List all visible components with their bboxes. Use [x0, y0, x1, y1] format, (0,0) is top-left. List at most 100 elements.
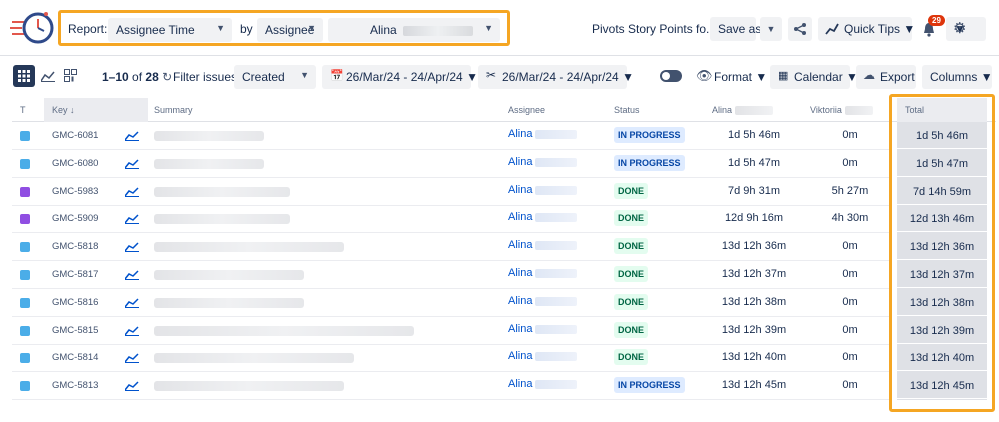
- trend-chart-icon[interactable]: [125, 270, 139, 280]
- chevron-down-icon: ▼: [300, 70, 309, 80]
- viktoriia-time-cell: 0m: [810, 129, 890, 141]
- issue-key-link[interactable]: GMC-5814: [52, 352, 98, 363]
- view-pivot-button[interactable]: [59, 65, 81, 87]
- view-chart-button[interactable]: [37, 65, 59, 87]
- issue-key-link[interactable]: GMC-5815: [52, 325, 98, 336]
- redacted-name: [845, 106, 873, 115]
- issue-key-link[interactable]: GMC-5813: [52, 380, 98, 391]
- filter-issues-label: Filter issues:: [173, 70, 240, 84]
- col-header-type[interactable]: T: [20, 105, 26, 115]
- issue-key-link[interactable]: GMC-6080: [52, 158, 98, 169]
- user-value: Alina: [370, 23, 397, 37]
- col-header-assignee[interactable]: Assignee: [508, 105, 545, 115]
- issue-key-link[interactable]: GMC-5816: [52, 297, 98, 308]
- refresh-icon[interactable]: ↻: [162, 70, 172, 84]
- redacted-name: [535, 130, 577, 139]
- col-header-key[interactable]: Key ↓: [52, 105, 75, 115]
- share-button[interactable]: [788, 17, 812, 41]
- date-range-picker-2[interactable]: ✂ 26/Mar/24 - 24/Apr/24 ▼: [478, 65, 627, 89]
- trend-chart-icon[interactable]: [125, 381, 139, 391]
- quick-tips-button[interactable]: Quick Tips ▼: [818, 17, 912, 41]
- toggle-switch[interactable]: [660, 70, 682, 82]
- chevron-down-icon: ▼: [903, 22, 915, 36]
- assignee-link[interactable]: Alina: [508, 323, 577, 335]
- assignee-link[interactable]: Alina: [508, 350, 577, 362]
- assignee-link[interactable]: Alina: [508, 295, 577, 307]
- trend-chart-icon[interactable]: [125, 159, 139, 169]
- app-logo-clock-icon: [10, 8, 56, 48]
- group-by-select[interactable]: Assignee ▼: [257, 18, 323, 42]
- assignee-name: Alina: [508, 128, 532, 140]
- issue-key-link[interactable]: GMC-5983: [52, 186, 98, 197]
- save-as-button[interactable]: Save as: [710, 17, 756, 41]
- pivot-title[interactable]: Pivots Story Points fo...: [592, 22, 716, 36]
- issue-key-link[interactable]: GMC-5909: [52, 213, 98, 224]
- user-select[interactable]: Alina ▼: [328, 18, 500, 42]
- status-cell: DONE: [614, 296, 648, 308]
- status-badge: DONE: [614, 349, 648, 365]
- assignee-name: Alina: [508, 239, 532, 251]
- redacted-name: [535, 213, 577, 222]
- trend-chart-icon[interactable]: [125, 214, 139, 224]
- trend-chart-icon[interactable]: [125, 353, 139, 363]
- report-type-select[interactable]: Assignee Time ▼: [108, 18, 232, 42]
- alina-time-cell: 1d 5h 46m: [714, 129, 794, 141]
- trend-chart-icon[interactable]: [125, 242, 139, 252]
- view-grid-button[interactable]: [13, 65, 35, 87]
- trend-chart-icon[interactable]: [125, 131, 139, 141]
- trend-chart-icon[interactable]: [125, 326, 139, 336]
- calendar-button[interactable]: ▦ Calendar ▼: [770, 65, 850, 89]
- issue-key-link[interactable]: GMC-6081: [52, 130, 98, 141]
- col-header-summary[interactable]: Summary: [154, 105, 193, 115]
- settings-button[interactable]: ⚙ ▼: [946, 17, 986, 41]
- issue-key-link[interactable]: GMC-5818: [52, 241, 98, 252]
- assignee-link[interactable]: Alina: [508, 184, 577, 196]
- redacted-name: [535, 269, 577, 278]
- date-range-picker-1[interactable]: 📅 26/Mar/24 - 24/Apr/24 ▼: [322, 65, 471, 89]
- viktoriia-time-cell: 0m: [810, 324, 890, 336]
- total-column-highlight: [889, 94, 995, 412]
- alina-time-cell: 13d 12h 40m: [714, 351, 794, 363]
- status-badge: DONE: [614, 210, 648, 226]
- date-range-2-value: 26/Mar/24 - 24/Apr/24: [502, 70, 619, 84]
- assignee-link[interactable]: Alina: [508, 211, 577, 223]
- task-type-icon: [20, 381, 30, 391]
- filter-field-select[interactable]: Created ▼: [234, 65, 316, 89]
- report-type-value: Assignee Time: [116, 23, 195, 37]
- viktoriia-time-cell: 0m: [810, 268, 890, 280]
- scissors-icon: ✂: [486, 68, 496, 82]
- redacted-summary: [154, 298, 304, 308]
- filter-field-value: Created: [242, 70, 285, 84]
- col-header-status[interactable]: Status: [614, 105, 640, 115]
- columns-button[interactable]: Columns ▼: [922, 65, 992, 89]
- assignee-link[interactable]: Alina: [508, 267, 577, 279]
- assignee-name: Alina: [508, 350, 532, 362]
- trend-chart-icon[interactable]: [125, 298, 139, 308]
- alina-time-cell: 13d 12h 38m: [714, 296, 794, 308]
- viktoriia-time-cell: 0m: [810, 351, 890, 363]
- status-cell: IN PROGRESS: [614, 157, 685, 169]
- issue-key-link[interactable]: GMC-5817: [52, 269, 98, 280]
- eye-icon: 👁: [696, 68, 713, 84]
- assignee-link[interactable]: Alina: [508, 239, 577, 251]
- export-button[interactable]: ☁ Export: [856, 65, 916, 89]
- assignee-link[interactable]: Alina: [508, 156, 577, 168]
- grid-icon: [18, 70, 30, 82]
- redacted-name: [535, 186, 577, 195]
- chevron-down-icon: ▼: [755, 70, 767, 84]
- status-cell: DONE: [614, 240, 648, 252]
- chevron-down-icon: ▼: [484, 23, 493, 33]
- range-start: 1–10: [102, 70, 129, 84]
- redacted-name: [535, 297, 577, 306]
- pagination-range: 1–10 of 28 ↻: [102, 70, 172, 84]
- total-count: 28: [145, 70, 158, 84]
- trend-chart-icon[interactable]: [125, 187, 139, 197]
- format-button[interactable]: 👁 Format ▼: [690, 65, 764, 89]
- assignee-name: Alina: [508, 184, 532, 196]
- col-header-alina[interactable]: Alina: [712, 105, 773, 115]
- save-as-dropdown-button[interactable]: ▼: [760, 17, 782, 41]
- assignee-link[interactable]: Alina: [508, 128, 577, 140]
- assignee-name: Alina: [508, 211, 532, 223]
- col-header-viktoriia[interactable]: Viktoriia: [810, 105, 873, 115]
- assignee-link[interactable]: Alina: [508, 378, 577, 390]
